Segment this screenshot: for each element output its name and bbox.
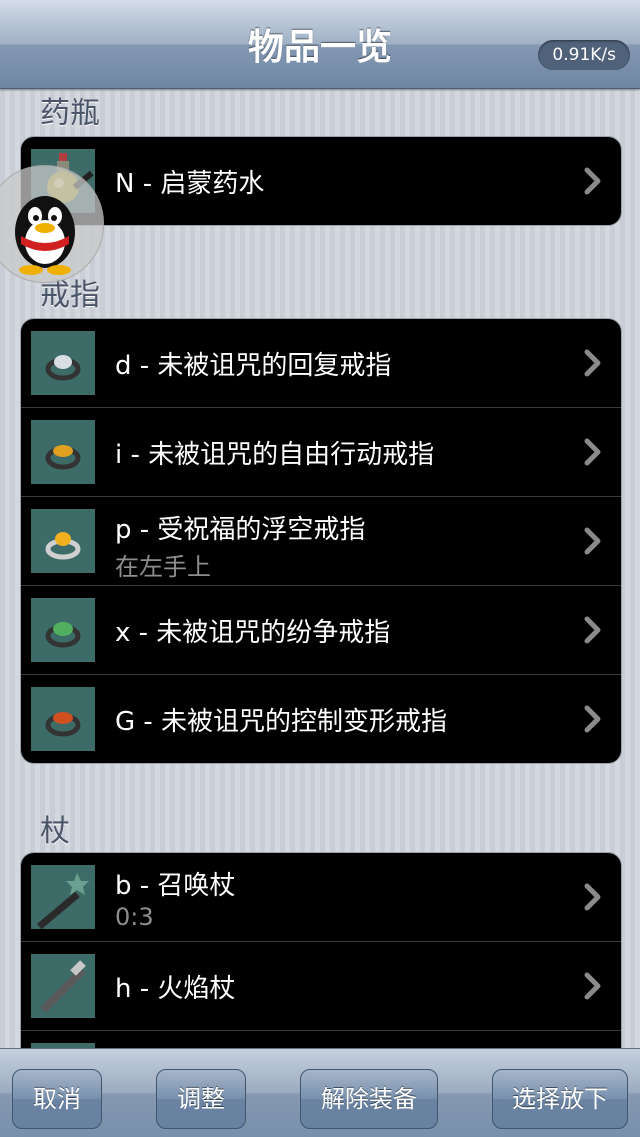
cancel-button[interactable]: 取消	[12, 1069, 102, 1129]
bottom-toolbar: 取消 调整 解除装备 选择放下	[0, 1048, 640, 1137]
section-header-potions: 药瓶	[40, 96, 100, 131]
section-header-wands: 杖	[40, 814, 70, 849]
chevron-right-icon	[584, 438, 601, 466]
network-speed-badge: 0.91K/s	[538, 40, 630, 70]
list-item[interactable]: G - 未被诅咒的控制变形戒指	[21, 674, 621, 763]
select-drop-button[interactable]: 选择放下	[492, 1069, 628, 1129]
chevron-right-icon	[584, 349, 601, 377]
list-item[interactable]: N - 启蒙药水	[21, 137, 621, 225]
list-item[interactable]: b - 召唤杖 0:3	[21, 853, 621, 941]
ring-icon	[31, 687, 95, 751]
adjust-button[interactable]: 调整	[156, 1069, 246, 1129]
item-label: b - 召唤杖	[115, 871, 236, 901]
item-label: N - 启蒙药水	[115, 169, 265, 199]
group-wands: b - 召唤杖 0:3 h - 火焰杖	[20, 852, 622, 1048]
wand-icon	[31, 865, 95, 929]
item-label: p - 受祝福的浮空戒指	[115, 515, 366, 545]
group-potions: N - 启蒙药水	[20, 136, 622, 226]
group-rings: d - 未被诅咒的回复戒指 i - 未被诅咒的自由行动戒指 p - 受祝福的浮空…	[20, 318, 622, 764]
ring-icon	[31, 331, 95, 395]
ring-icon	[31, 509, 95, 573]
list-item[interactable]: x - 未被诅咒的纷争戒指	[21, 585, 621, 674]
qq-penguin-icon[interactable]	[0, 165, 104, 283]
chevron-right-icon	[584, 972, 601, 1000]
list-item[interactable]: p - 受祝福的浮空戒指 在左手上	[21, 496, 621, 585]
ring-icon	[31, 420, 95, 484]
chevron-right-icon	[584, 705, 601, 733]
item-label: i - 未被诅咒的自由行动戒指	[115, 440, 435, 470]
item-label: G - 未被诅咒的控制变形戒指	[115, 707, 448, 737]
wand-icon	[31, 954, 95, 1018]
list-item[interactable]: d - 未被诅咒的回复戒指	[21, 319, 621, 407]
navigation-bar: 物品一览 0.91K/s	[0, 0, 640, 89]
unequip-button[interactable]: 解除装备	[300, 1069, 438, 1129]
item-label: h - 火焰杖	[115, 974, 236, 1004]
item-charges: 0:3	[115, 903, 154, 931]
list-item[interactable]: i - 未被诅咒的自由行动戒指	[21, 407, 621, 496]
list-item[interactable]: h - 火焰杖	[21, 941, 621, 1030]
list-item[interactable]	[21, 1030, 621, 1048]
chevron-right-icon	[584, 883, 601, 911]
chevron-right-icon	[584, 527, 601, 555]
ring-icon	[31, 598, 95, 662]
item-label: x - 未被诅咒的纷争戒指	[115, 618, 391, 648]
item-status: 在左手上	[115, 553, 211, 581]
chevron-right-icon	[584, 167, 601, 195]
chevron-right-icon	[584, 616, 601, 644]
item-label: d - 未被诅咒的回复戒指	[115, 351, 392, 381]
